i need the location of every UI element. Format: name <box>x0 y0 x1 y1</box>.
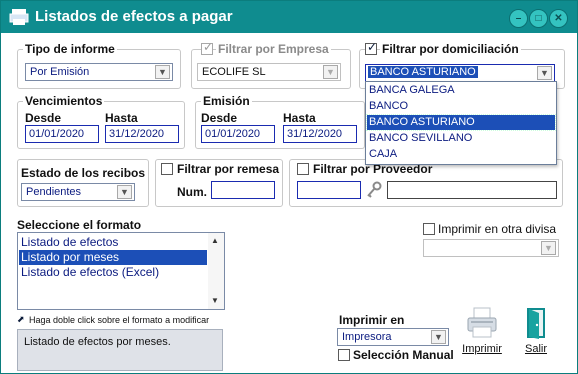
empresa-label: Filtrar por Empresa <box>216 42 331 56</box>
emision-hasta-label: Hasta <box>283 111 316 125</box>
emision-desde-label: Desde <box>201 111 238 125</box>
seleccion-manual-checkbox[interactable] <box>338 349 350 361</box>
otra-divisa-checkbox[interactable] <box>423 223 435 235</box>
vencimientos-hasta-input[interactable]: 31/12/2020 <box>105 125 179 143</box>
formato-item-listado-meses[interactable]: Listado por meses <box>19 250 207 265</box>
check-icon: ✓ <box>367 40 378 54</box>
imprimir-en-value: Impresora <box>342 331 392 343</box>
vencimientos-desde-label: Desde <box>25 111 62 125</box>
chevron-down-icon[interactable]: ▼ <box>117 185 132 199</box>
minimize-button[interactable]: – <box>509 9 528 28</box>
domiciliacion-value: BANCO ASTURIANO <box>368 66 478 78</box>
scroll-up-icon[interactable]: ▲ <box>211 236 219 245</box>
emision-desde-input[interactable]: 01/01/2020 <box>201 125 275 143</box>
vencimientos-label: Vencimientos <box>23 94 105 108</box>
vencimientos-desde-input[interactable]: 01/01/2020 <box>25 125 99 143</box>
maximize-button[interactable]: □ <box>529 9 548 28</box>
remesa-checkbox[interactable] <box>161 163 173 175</box>
tipo-informe-value: Por Emisión <box>30 66 90 78</box>
printer-icon <box>467 307 497 338</box>
listados-efectos-window: Listados de efectos a pagar – □ ✕ Tipo d… <box>0 0 578 374</box>
imprimir-en-label: Imprimir en <box>339 313 405 327</box>
salir-label: Salir <box>524 343 547 355</box>
domiciliacion-option-caja[interactable]: CAJA <box>367 147 555 162</box>
remesa-num-label: Num. <box>177 185 207 199</box>
formato-item-listado-efectos[interactable]: Listado de efectos <box>19 235 207 250</box>
estado-recibos-value: Pendientes <box>26 186 82 198</box>
formato-scrollbar[interactable]: ▲ ▼ <box>208 233 224 309</box>
imprimir-en-select[interactable]: Impresora ▼ <box>337 328 449 346</box>
otra-divisa-label: Imprimir en otra divisa <box>438 222 557 236</box>
close-icon: ✕ <box>554 13 563 24</box>
chevron-down-icon[interactable]: ▼ <box>431 330 446 344</box>
domiciliacion-option-banco-asturiano[interactable]: BANCO ASTURIANO <box>366 114 556 131</box>
exit-door-icon <box>527 308 545 339</box>
chevron-down-icon[interactable]: ▼ <box>155 65 170 79</box>
proveedor-name-input[interactable] <box>387 181 557 199</box>
remesa-label: Filtrar por remesa <box>177 162 280 176</box>
cursor-hint-icon: ⬈ <box>17 314 25 324</box>
formato-description: Listado de efectos por meses. <box>24 336 171 348</box>
empresa-value: ECOLIFE SL <box>202 66 266 78</box>
chevron-down-icon[interactable]: ▼ <box>541 241 556 255</box>
estado-recibos-select[interactable]: Pendientes ▼ <box>21 183 135 201</box>
domiciliacion-option-banco-sevillano[interactable]: BANCO SEVILLANO <box>367 131 555 146</box>
tipo-informe-select[interactable]: Por Emisión ▼ <box>25 63 173 81</box>
minimize-icon: – <box>515 13 522 24</box>
domiciliacion-option-banco[interactable]: BANCO <box>367 99 555 114</box>
domiciliacion-checkbox[interactable]: ✓ <box>365 40 378 55</box>
estado-recibos-label: Estado de los recibos <box>21 166 146 180</box>
formato-hint: Haga doble click sobre el formato a modi… <box>29 315 210 325</box>
seleccion-manual-label: Selección Manual <box>353 348 454 362</box>
window-title: Listados de efectos a pagar <box>35 8 233 25</box>
otra-divisa-select[interactable]: ▼ <box>423 239 559 257</box>
domiciliacion-label: Filtrar por domiciliación <box>380 42 521 56</box>
formato-item-listado-excel[interactable]: Listado de efectos (Excel) <box>19 265 207 280</box>
domiciliacion-option-banca-galega[interactable]: BANCA GALEGA <box>367 83 555 98</box>
salir-button[interactable]: Salir <box>513 306 559 362</box>
domiciliacion-select[interactable]: BANCO ASTURIANO ▼ <box>365 64 555 82</box>
formato-listbox[interactable]: Listado de efectos Listado por meses Lis… <box>17 232 225 310</box>
close-button[interactable]: ✕ <box>549 9 568 28</box>
domiciliacion-dropdown-list[interactable]: BANCA GALEGA BANCO BANCO ASTURIANO BANCO… <box>365 81 557 165</box>
imprimir-label: Imprimir <box>462 343 502 355</box>
emision-label: Emisión <box>201 94 252 108</box>
chevron-down-icon[interactable]: ▼ <box>323 65 338 79</box>
remesa-num-input[interactable] <box>211 181 275 199</box>
formato-label: Seleccione el formato <box>17 218 142 232</box>
printer-window-icon <box>9 9 29 25</box>
proveedor-code-input[interactable] <box>297 181 361 199</box>
empresa-checkbox[interactable]: ✓ <box>201 40 214 55</box>
title-bar[interactable]: Listados de efectos a pagar – □ ✕ <box>1 1 577 33</box>
imprimir-button[interactable]: Imprimir <box>459 306 505 362</box>
scroll-down-icon[interactable]: ▼ <box>211 296 219 305</box>
vencimientos-hasta-label: Hasta <box>105 111 138 125</box>
emision-hasta-input[interactable]: 31/12/2020 <box>283 125 357 143</box>
maximize-icon: □ <box>535 13 542 24</box>
empresa-select[interactable]: ECOLIFE SL ▼ <box>197 63 341 81</box>
chevron-down-icon[interactable]: ▼ <box>537 66 552 80</box>
check-icon: ✓ <box>203 40 214 54</box>
formato-description-box: Listado de efectos por meses. <box>17 329 223 371</box>
tipo-informe-label: Tipo de informe <box>23 42 117 56</box>
proveedor-checkbox[interactable] <box>297 163 309 175</box>
key-icon[interactable] <box>365 181 383 199</box>
